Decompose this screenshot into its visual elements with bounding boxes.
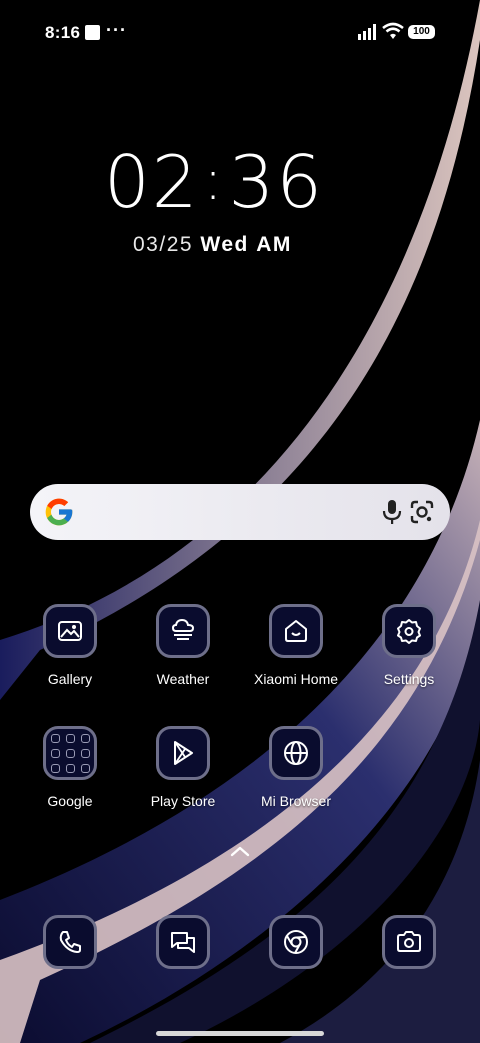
app-folder-google[interactable]: Google	[15, 726, 125, 809]
more-notifications-icon: ···	[106, 20, 127, 40]
app-label: Settings	[383, 671, 435, 687]
battery-icon: 100	[408, 25, 435, 39]
app-play-store[interactable]: Play Store	[128, 726, 238, 809]
clock-widget[interactable]: 02:36	[0, 140, 428, 224]
app-drawer-chevron-up-icon[interactable]	[228, 843, 252, 859]
app-gallery[interactable]: Gallery	[15, 604, 125, 687]
google-search-bar[interactable]	[30, 484, 450, 540]
weekday-text: Wed	[200, 233, 249, 256]
status-time: 8:16	[45, 23, 81, 42]
app-xiaomi-home[interactable]: Xiaomi Home	[241, 604, 351, 687]
app-label: Weather	[156, 671, 210, 687]
ampm-text: AM	[256, 233, 292, 256]
dock-camera[interactable]	[354, 915, 464, 969]
clock-minutes: 36	[228, 140, 325, 224]
clock-separator: :	[203, 148, 225, 213]
phone-icon	[43, 915, 97, 969]
dock-messages[interactable]	[128, 915, 238, 969]
clock-hours: 02	[103, 140, 200, 224]
dock-phone[interactable]	[15, 915, 125, 969]
google-lens-icon[interactable]	[408, 498, 436, 526]
camera-icon	[382, 915, 436, 969]
app-settings[interactable]: Settings	[354, 604, 464, 687]
wifi-icon	[382, 22, 404, 39]
app-label: Gallery	[47, 671, 93, 687]
app-label: Mi Browser	[260, 793, 331, 809]
app-mi-browser[interactable]: Mi Browser	[241, 726, 351, 809]
date-text: 03/25	[133, 233, 194, 256]
xiaomi-home-icon	[269, 604, 323, 658]
dock-chrome[interactable]	[241, 915, 351, 969]
folder-icon	[43, 726, 97, 780]
gear-icon	[382, 604, 436, 658]
weather-icon	[156, 604, 210, 658]
app-label: Google	[47, 793, 93, 809]
messages-icon	[156, 915, 210, 969]
app-label: Play Store	[150, 793, 216, 809]
mic-icon[interactable]	[381, 499, 403, 525]
signal-icon	[358, 24, 376, 40]
globe-icon	[269, 726, 323, 780]
app-weather[interactable]: Weather	[128, 604, 238, 687]
status-bar: 8:16 ··· 100	[0, 0, 480, 64]
date-widget[interactable]: 03/25 Wed AM	[133, 233, 292, 257]
app-label: Xiaomi Home	[253, 671, 339, 687]
play-store-icon	[156, 726, 210, 780]
chrome-icon	[269, 915, 323, 969]
gesture-navigation-bar[interactable]	[156, 1031, 324, 1036]
google-g-icon	[45, 498, 73, 526]
gallery-icon	[43, 604, 97, 658]
notification-icon	[85, 25, 100, 40]
